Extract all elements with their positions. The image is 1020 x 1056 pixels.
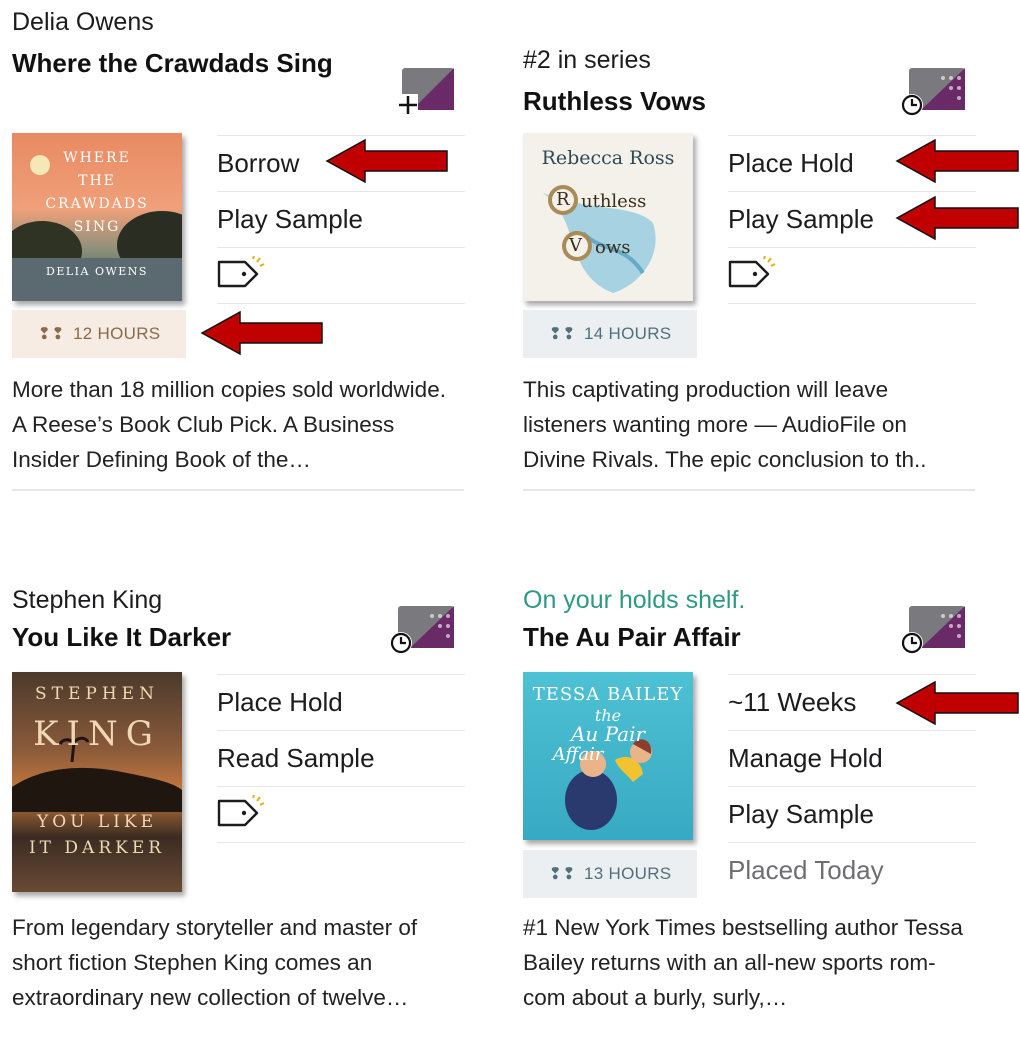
play-sample-button[interactable]: Play Sample: [217, 192, 465, 248]
cover-title-line: SING: [73, 219, 121, 235]
book-card: #2 in series Ruthless Vows Rebecca Ross …: [523, 46, 976, 516]
book-cover[interactable]: Rebecca Ross R uthless V ows: [523, 133, 693, 301]
place-hold-button[interactable]: Place Hold: [217, 675, 465, 731]
cover-author: KING: [33, 714, 161, 754]
duration-badge: ❢❢ 14 HOURS: [523, 310, 697, 358]
cover-initial: V: [569, 235, 582, 256]
book-title[interactable]: The Au Pair Affair: [523, 618, 893, 656]
headphones-icon: ❢❢: [548, 866, 576, 883]
cover-title-line: IT DARKER: [28, 838, 166, 858]
book-card: On your holds shelf. The Au Pair Affair …: [523, 586, 976, 1056]
book-card: Stephen King You Like It Darker STEPHEN …: [12, 586, 465, 1056]
cover-author: TESSA BAILEY: [532, 684, 684, 705]
cover-title-line: YOU LIKE: [36, 812, 157, 832]
duration-badge: ❢❢ 12 HOURS: [12, 310, 186, 358]
tag-row: [728, 248, 976, 304]
book-card: Delia Owens Where the Crawdads Sing WHER…: [12, 8, 465, 491]
holds-status[interactable]: On your holds shelf.: [523, 586, 745, 615]
duration-badge: ❢❢ 13 HOURS: [523, 850, 697, 898]
tag-icon[interactable]: [728, 255, 776, 295]
author-name[interactable]: Stephen King: [12, 586, 162, 615]
book-description[interactable]: More than 18 million copies sold worldwi…: [12, 372, 464, 491]
book-cover[interactable]: TESSA BAILEY the Au Pair Affair: [523, 672, 693, 840]
book-cover[interactable]: STEPHEN KING YOU LIKE IT DARKER: [12, 672, 182, 892]
book-cover[interactable]: WHERE THE CRAWDADS SING DELIA OWENS: [12, 133, 182, 301]
read-sample-button[interactable]: Read Sample: [217, 731, 465, 787]
cover-title-line: WHERE: [63, 150, 131, 166]
book-description[interactable]: This captivating production will leave l…: [523, 372, 975, 491]
duration-text: 14 HOURS: [583, 324, 672, 343]
book-description[interactable]: #1 New York Times bestselling author Tes…: [523, 910, 975, 1027]
tag-icon[interactable]: [217, 794, 265, 834]
cover-title-line: Au Pair: [570, 722, 646, 746]
book-description[interactable]: From legendary storyteller and master of…: [12, 910, 464, 1027]
shelf-hold-icon[interactable]: [901, 606, 965, 654]
duration-text: 13 HOURS: [583, 864, 672, 883]
headphones-icon: ❢❢: [548, 326, 576, 343]
book-title[interactable]: Ruthless Vows: [523, 82, 893, 120]
tag-icon[interactable]: [217, 255, 265, 295]
cover-author: Rebecca Ross: [541, 147, 675, 169]
cover-author: DELIA OWENS: [46, 265, 148, 278]
red-arrow: [895, 680, 1019, 726]
cover-title-line: uthless: [581, 191, 647, 212]
book-title[interactable]: You Like It Darker: [12, 618, 382, 656]
red-arrow: [200, 310, 323, 356]
red-arrow: [325, 138, 448, 184]
author-name[interactable]: Delia Owens: [12, 8, 154, 37]
series-label[interactable]: #2 in series: [523, 46, 651, 75]
headphones-icon: ❢❢: [37, 326, 65, 343]
cover-title-line: Affair: [552, 744, 604, 765]
tag-row: [217, 248, 465, 304]
shelf-hold-icon[interactable]: [390, 606, 454, 654]
duration-text: 12 HOURS: [72, 324, 161, 343]
cover-title-line: ows: [595, 237, 631, 258]
cover-author: STEPHEN: [35, 684, 159, 704]
book-title[interactable]: Where the Crawdads Sing: [12, 44, 382, 82]
shelf-hold-icon[interactable]: [901, 68, 965, 116]
red-arrow: [895, 138, 1019, 184]
action-list: Place Hold Read Sample: [217, 674, 465, 843]
tag-row: [217, 787, 465, 843]
cover-title-line: CRAWDADS: [45, 196, 149, 212]
red-arrow: [895, 195, 1019, 241]
play-sample-button[interactable]: Play Sample: [728, 787, 976, 843]
cover-initial: R: [556, 189, 570, 210]
manage-hold-button[interactable]: Manage Hold: [728, 731, 976, 787]
cover-title-line: THE: [78, 173, 116, 189]
shelf-add-icon[interactable]: [398, 68, 454, 114]
hold-placed-date: Placed Today: [728, 855, 884, 885]
